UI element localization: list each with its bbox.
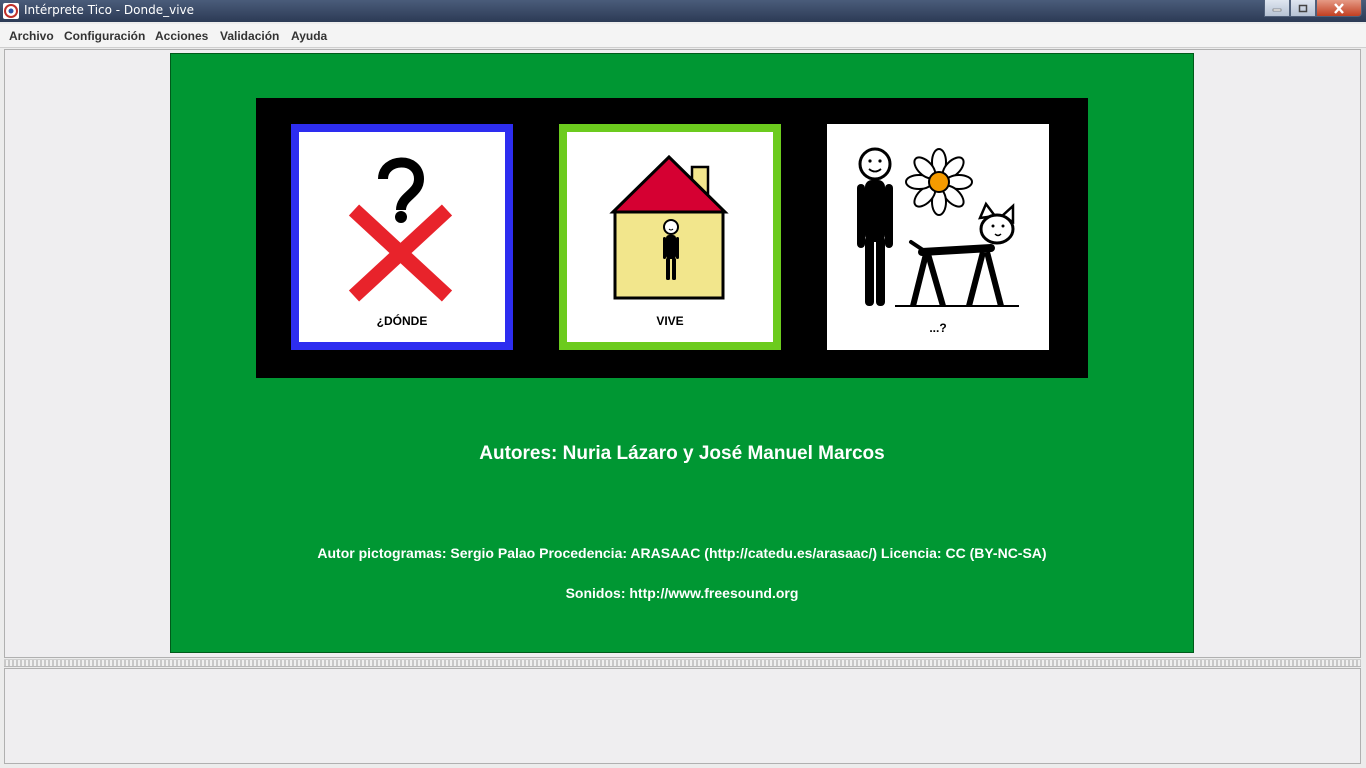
bottom-panel	[4, 668, 1361, 764]
cell-label-vive: VIVE	[656, 314, 684, 328]
cell-que[interactable]: ...?	[827, 124, 1049, 350]
menu-acciones[interactable]: Acciones	[155, 29, 208, 43]
cell-label-que: ...?	[929, 321, 947, 335]
person-flower-cat-icon	[857, 147, 1019, 307]
communication-board: ¿DÓNDE VIVE ...? Autores: Nuria Lázaro y…	[170, 53, 1194, 653]
question-cross-icon	[348, 157, 453, 302]
restore-icon	[1298, 4, 1308, 12]
credits-text: Autor pictogramas: Sergio Palao Proceden…	[317, 545, 1047, 561]
minimize-button[interactable]	[1264, 0, 1290, 17]
close-icon	[1334, 2, 1344, 14]
title-bar: Intérprete Tico - Donde_vive	[0, 0, 1366, 22]
window-controls	[1264, 0, 1362, 17]
close-button[interactable]	[1316, 0, 1362, 17]
sounds-text: Sonidos: http://www.freesound.org	[565, 585, 799, 601]
app-icon	[3, 3, 19, 19]
cell-donde[interactable]: ¿DÓNDE	[291, 124, 513, 350]
minimize-icon	[1272, 8, 1282, 12]
menu-configuracion[interactable]: Configuración	[64, 29, 145, 43]
house-person-icon	[609, 154, 729, 300]
menu-archivo[interactable]: Archivo	[9, 29, 54, 43]
cell-label-donde: ¿DÓNDE	[376, 314, 428, 328]
window-title: Intérprete Tico - Donde_vive	[24, 3, 195, 17]
menu-ayuda[interactable]: Ayuda	[291, 29, 327, 43]
cell-vive[interactable]: VIVE	[559, 124, 781, 350]
panel-splitter[interactable]	[4, 659, 1361, 667]
menu-validacion[interactable]: Validación	[220, 29, 279, 43]
maximize-button[interactable]	[1290, 0, 1316, 17]
menu-bar: Archivo Configuración Acciones Validació…	[0, 24, 1366, 48]
authors-text: Autores: Nuria Lázaro y José Manuel Marc…	[479, 443, 885, 464]
pictogram-strip: ¿DÓNDE VIVE ...?	[256, 98, 1088, 378]
